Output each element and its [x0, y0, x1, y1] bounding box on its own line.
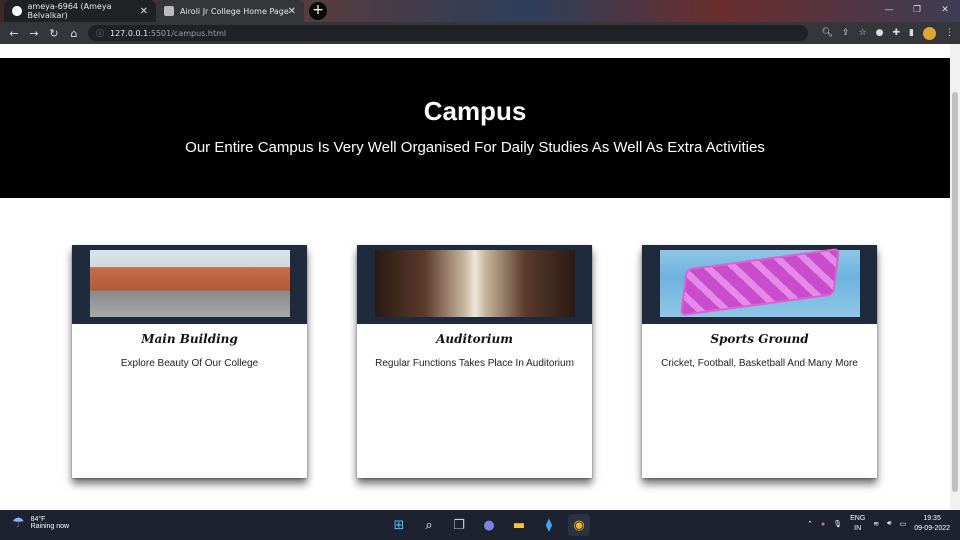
region-code: IN — [854, 525, 862, 532]
extension-circle-icon[interactable]: ● — [876, 28, 884, 38]
campus-hero: Campus Our Entire Campus Is Very Well Or… — [0, 58, 950, 198]
page-subtitle: Our Entire Campus Is Very Well Organised… — [185, 139, 765, 156]
card-image-frame — [642, 245, 877, 324]
language-code: ENG — [850, 515, 866, 522]
weather-condition: Raining now — [30, 522, 70, 530]
task-view-icon[interactable]: ❐ — [448, 514, 470, 536]
windows-taskbar: ☂ 84°F Raining now ⊞ ⌕ ❐ ● ▬ ⧫ ◉ ⌃ ● 🎙︎ … — [0, 510, 960, 540]
extensions-puzzle-icon[interactable]: ✚ — [893, 28, 901, 38]
profile-avatar[interactable] — [923, 26, 936, 40]
card-main-building[interactable]: Main Building Explore Beauty Of Our Coll… — [72, 245, 307, 478]
card-description: Regular Functions Takes Place In Auditor… — [375, 358, 574, 369]
share-icon[interactable]: ⇪ — [842, 28, 850, 38]
card-image-frame — [357, 245, 592, 324]
url-path: :5501/campus.html — [148, 28, 227, 38]
clock[interactable]: 19:35 09-09-2022 — [914, 514, 950, 534]
home-icon[interactable]: ⌂ — [64, 27, 84, 40]
card-title: Auditorium — [436, 332, 513, 346]
building-photo — [90, 250, 290, 317]
vscode-icon[interactable]: ⧫ — [538, 514, 560, 536]
tab-title: ameya-6964 (Ameya Belvalkar) — [27, 2, 112, 20]
back-icon[interactable]: ← — [4, 27, 24, 40]
search-icon[interactable]: ⌕ — [418, 514, 440, 536]
browser-toolbar: ← → ↻ ⌂ ⓘ 127.0.0.1 :5501/campus.html 🔍︎… — [0, 22, 960, 44]
info-icon[interactable]: ⓘ — [96, 28, 104, 39]
page-icon — [164, 6, 174, 16]
address-bar[interactable]: ⓘ 127.0.0.1 :5501/campus.html — [88, 25, 808, 41]
menu-kebab-icon[interactable]: ⋮ — [945, 28, 954, 38]
maximize-icon[interactable]: ❐ — [902, 0, 932, 22]
microphone-icon[interactable]: 🎙︎ — [833, 520, 842, 528]
tab-title: Airoli Jr College Home Page — [180, 6, 289, 16]
card-image-frame — [72, 245, 307, 324]
card-title: Sports Ground — [710, 332, 809, 346]
volume-icon[interactable]: 🔊︎ — [887, 520, 891, 528]
file-explorer-icon[interactable]: ▬ — [508, 514, 530, 536]
chevron-up-icon[interactable]: ⌃ — [807, 520, 813, 528]
language-indicator[interactable]: ENG IN — [850, 514, 865, 534]
taskbar-apps: ⊞ ⌕ ❐ ● ▬ ⧫ ◉ — [388, 514, 590, 536]
tab-college[interactable]: Airoli Jr College Home Page ✕ — [156, 0, 304, 22]
url-host: 127.0.0.1 — [110, 28, 149, 38]
new-tab-button[interactable]: + — [309, 2, 327, 20]
system-tray: ⌃ ● 🎙︎ ENG IN ≋ 🔊︎ ▭ 19:35 09-09-2022 — [807, 514, 950, 534]
close-icon[interactable]: ✕ — [288, 6, 296, 17]
clock-time: 19:35 — [923, 515, 941, 522]
card-title: Main Building — [141, 332, 238, 346]
windows-start-icon[interactable]: ⊞ — [388, 514, 410, 536]
bookmark-star-icon[interactable]: ☆ — [859, 28, 867, 38]
close-window-icon[interactable]: ✕ — [930, 0, 960, 22]
close-icon[interactable]: ✕ — [140, 6, 148, 17]
tab-github[interactable]: ameya-6964 (Ameya Belvalkar) ✕ — [4, 0, 156, 22]
forward-icon[interactable]: → — [24, 27, 44, 40]
card-description: Explore Beauty Of Our College — [120, 358, 259, 369]
minimize-icon[interactable]: — — [874, 0, 904, 22]
card-description: Cricket, Football, Basketball And Many M… — [661, 358, 858, 369]
scrollbar-thumb[interactable] — [952, 92, 958, 492]
github-icon — [12, 6, 22, 16]
wifi-icon[interactable]: ≋ — [873, 520, 879, 528]
page-scrollbar[interactable] — [950, 44, 960, 510]
teams-chat-icon[interactable]: ● — [478, 514, 500, 536]
weather-widget[interactable]: ☂ 84°F Raining now — [12, 514, 69, 531]
clock-date: 09-09-2022 — [914, 525, 950, 532]
page-viewport: Campus Our Entire Campus Is Very Well Or… — [0, 44, 950, 510]
chrome-icon[interactable]: ◉ — [568, 514, 590, 536]
umbrella-rain-icon: ☂ — [12, 514, 25, 530]
tab-strip: ameya-6964 (Ameya Belvalkar) ✕ Airoli Jr… — [0, 0, 960, 22]
weather-temp: 84°F — [30, 515, 46, 523]
auditorium-photo — [375, 250, 575, 317]
card-auditorium[interactable]: Auditorium Regular Functions Takes Place… — [357, 245, 592, 478]
page-title: Campus — [423, 96, 527, 126]
reload-icon[interactable]: ↻ — [44, 27, 64, 40]
sports-photo — [660, 247, 860, 317]
side-panel-icon[interactable]: ▮ — [909, 28, 914, 38]
pool-float-shape — [679, 247, 841, 317]
antivirus-icon[interactable]: ● — [821, 521, 825, 528]
card-sports-ground[interactable]: Sports Ground Cricket, Football, Basketb… — [642, 245, 877, 478]
battery-icon[interactable]: ▭ — [900, 520, 907, 528]
zoom-icon[interactable]: 🔍︎ — [822, 28, 833, 38]
